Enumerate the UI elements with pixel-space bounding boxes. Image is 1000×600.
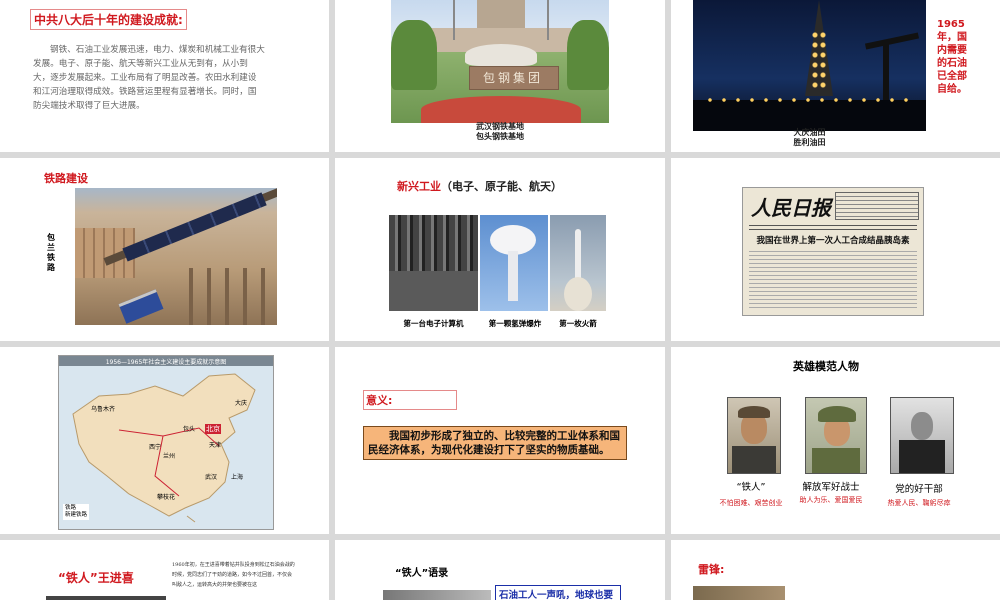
- face: [911, 412, 933, 440]
- slide-wang-jinxi[interactable]: “铁人”王进喜 1960年初，在王进喜带着钻井队投身到松辽石油会战的时候，党同志…: [0, 540, 329, 600]
- slide-significance[interactable]: 意义: 我国初步形成了独立的、比较完整的工业体系和国民经济体系，为现代化建设打下…: [335, 347, 665, 534]
- railway-photo: [75, 188, 277, 325]
- locomotive: [118, 289, 164, 324]
- caption-rocket: 第一枚火箭: [559, 319, 597, 328]
- sculpture: [465, 44, 537, 66]
- slide-title: 英雄模范人物: [793, 360, 859, 373]
- place-baotou: 包头: [183, 426, 196, 433]
- ground-lights: [703, 96, 913, 104]
- slide-title: 铁路建设: [44, 172, 88, 185]
- place-daqing: 大庆: [235, 400, 248, 407]
- coat: [899, 440, 945, 473]
- caption-bomb: 第一颗氢弹爆炸: [488, 319, 542, 328]
- masthead: 人民日报: [751, 196, 831, 220]
- significance-label: 意义:: [363, 390, 457, 410]
- slide-title: 雷锋:: [698, 563, 725, 576]
- hero-name-3: 党的好干部: [895, 484, 943, 495]
- slide-railway[interactable]: 铁路建设 包兰铁路: [0, 158, 329, 341]
- slide-achievements[interactable]: 中共八大后十年的建设成就: 钢铁、石油工业发展迅速，电力、煤炭和机械工业有很大发…: [0, 0, 329, 152]
- body-text: 钢铁、石油工业发展迅速，电力、煤炭和机械工业有很大发展。电子、原子能、航天等新兴…: [33, 45, 265, 111]
- portrait-cadre: [890, 397, 954, 474]
- cap: [818, 406, 856, 422]
- photo-strip: [693, 586, 785, 600]
- slide-oil[interactable]: 大庆油田 胜利油田 1965年，国内需要的石油已全部自给。: [671, 0, 1000, 152]
- pumpjack: [864, 32, 920, 50]
- photo-strip: [46, 596, 166, 600]
- rocket-photo: [550, 215, 606, 311]
- bridge-piers: [175, 268, 277, 325]
- caption-computer: 第一台电子计算机: [403, 319, 464, 328]
- oil-note: 1965年，国内需要的石油已全部自给。: [937, 19, 967, 95]
- steel-plant-photo: 包钢集团: [391, 0, 609, 123]
- place-lanzhou: 兰州: [163, 453, 176, 460]
- place-panzhihua: 攀枝花: [157, 494, 176, 501]
- train: [122, 192, 267, 262]
- hero-desc-1: 不怕困难、艰苦创业: [719, 499, 783, 507]
- title-main: 新兴工业: [397, 180, 441, 193]
- cap: [738, 406, 770, 418]
- flower-bed: [421, 96, 581, 123]
- significance-text: 我国初步形成了独立的、比较完整的工业体系和国民经济体系，为现代化建设打下了坚实的…: [363, 426, 627, 460]
- portrait-soldier: [805, 397, 867, 474]
- legend-railway: 铁路: [65, 505, 77, 511]
- subhead-lines: [749, 222, 917, 232]
- caption-shengli: 胜利油田: [793, 137, 826, 147]
- sign-text: 包钢集团: [482, 71, 543, 85]
- slide-lei-feng[interactable]: 雷锋:: [671, 540, 1000, 600]
- slide-steel-bases[interactable]: 包钢集团 武汉钢铁基地 包头钢铁基地: [335, 0, 665, 152]
- place-wuhan: 武汉: [205, 474, 218, 481]
- flagpole: [547, 0, 549, 40]
- quote-box: 石油工人一声吼，地球也要: [495, 585, 621, 600]
- article-columns: [749, 248, 917, 308]
- console: [389, 271, 478, 311]
- photo-strip: [383, 590, 491, 600]
- top-box: [835, 192, 919, 220]
- hydrogen-bomb-photo: [480, 215, 548, 311]
- hero-desc-3: 热爱人民、鞠躬尽瘁: [887, 499, 951, 507]
- slide-title: 中共八大后十年的建设成就:: [30, 9, 187, 30]
- mushroom-stem: [508, 251, 518, 301]
- portrait-iron-man: [727, 397, 781, 474]
- china-map: 1956—1965年社会主义建设主要成就示意图 北京 乌鲁木齐 兰州 西宁 包头…: [58, 355, 274, 530]
- slide-title: “铁人”王进喜: [58, 571, 134, 585]
- rocket: [575, 229, 581, 279]
- hero-name-2: 解放军好战士: [802, 482, 860, 493]
- place-tianjin: 天津: [209, 442, 222, 449]
- place-xining: 西宁: [149, 444, 162, 451]
- flagpole: [453, 0, 455, 40]
- place-urumqi: 乌鲁木齐: [91, 406, 116, 413]
- slide-title: “铁人”语录: [395, 568, 449, 579]
- slide-heroes[interactable]: 英雄模范人物 “铁人” 解放军好战士 党的好干部 不怕困难、艰苦创业 助人为乐、…: [671, 347, 1000, 534]
- slide-map[interactable]: 1956—1965年社会主义建设主要成就示意图 北京 乌鲁木齐 兰州 西宁 包头…: [0, 347, 329, 534]
- tree-right: [567, 20, 609, 90]
- map-shape: [72, 373, 256, 523]
- place-beijing: 北京: [205, 424, 221, 434]
- legend-new-railway: 新建铁路: [65, 512, 88, 518]
- map-title: 1956—1965年社会主义建设主要成就示意图: [105, 359, 227, 366]
- body-text: 1960年初，在王进喜带着钻井队投身到松辽石油会战的时候，党同志们了干劲的道路，…: [172, 562, 295, 588]
- place-shanghai: 上海: [231, 474, 244, 481]
- hero-desc-2: 助人为乐、爱国爱民: [799, 496, 863, 504]
- slide-new-industry[interactable]: 新兴工业（电子、原子能、航天） 第一台电子计算机 第一颗氢弹爆炸 第一枚火箭: [335, 158, 665, 341]
- hero-name-1: “铁人”: [736, 482, 766, 493]
- side-label: 包兰铁路: [47, 233, 55, 272]
- coat: [732, 446, 776, 473]
- slide-title: 新兴工业（电子、原子能、航天）: [397, 178, 562, 194]
- map-legend: 铁路 新建铁路: [63, 504, 90, 520]
- caption-baotou: 包头钢铁基地: [476, 131, 524, 141]
- uniform: [812, 448, 860, 473]
- exhaust: [564, 277, 592, 311]
- newspaper-photo: 人民日报 我国在世界上第一次人工合成结晶胰岛素: [742, 187, 924, 316]
- slide-newspaper[interactable]: 人民日报 我国在世界上第一次人工合成结晶胰岛素: [671, 158, 1000, 341]
- oil-field-photo: [693, 0, 926, 131]
- derrick-lights: [811, 30, 827, 90]
- pumpjack-base: [883, 42, 889, 102]
- computer-photo: [389, 215, 478, 311]
- title-sub: （电子、原子能、航天）: [441, 180, 562, 193]
- tree-left: [391, 20, 437, 90]
- slide-iron-man-quotes[interactable]: “铁人”语录 石油工人一声吼，地球也要: [335, 540, 665, 600]
- headline: 我国在世界上第一次人工合成结晶胰岛素: [756, 236, 910, 246]
